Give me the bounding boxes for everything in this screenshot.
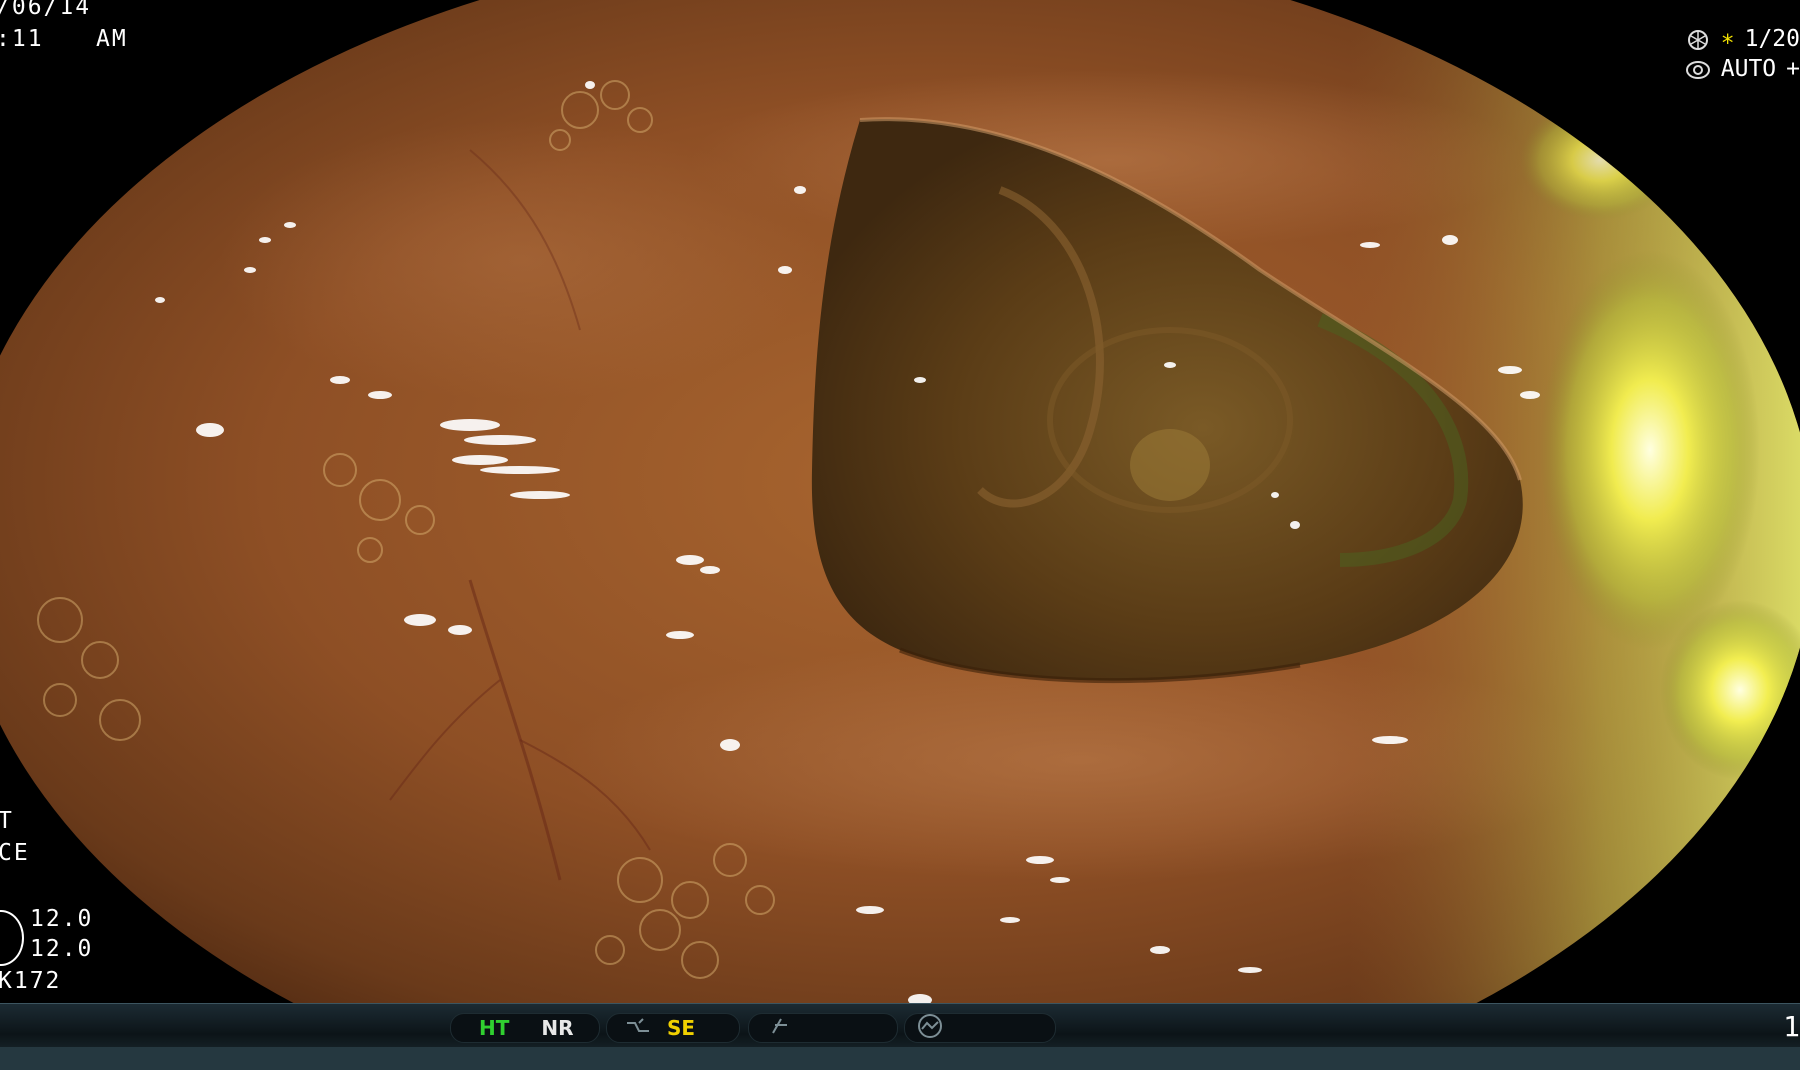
- left-value-2: 12.0: [30, 936, 94, 962]
- iris-mode-value: AUTO: [1720, 56, 1777, 82]
- exam-meridiem: AM: [96, 26, 128, 52]
- left-label-2: CE: [0, 840, 30, 866]
- gauge-icon: [913, 1013, 947, 1044]
- left-label-1: T: [0, 808, 14, 834]
- ht-nr-pill: HT NR: [450, 1013, 600, 1043]
- iris-mode-suffix: +: [1786, 56, 1800, 82]
- color-slash-icon: [767, 1016, 793, 1040]
- gauge-pill: [904, 1013, 1056, 1043]
- exam-date: /06/14: [0, 0, 92, 20]
- shutter-speed-readout: ∗ 1/20: [1685, 28, 1800, 51]
- ht-label: HT: [479, 1016, 510, 1040]
- iris-icon: [1685, 60, 1710, 79]
- endoscopy-screen: /06/14 :11 AM ∗ 1/20 AUTO + T CE 12.0 12…: [0, 0, 1800, 1070]
- shutter-value: 1/20: [1744, 26, 1800, 52]
- nr-label: NR: [541, 1016, 574, 1040]
- enhance-wave-icon: [625, 1016, 651, 1040]
- exam-time: :11: [0, 26, 44, 52]
- se-label: SE: [667, 1016, 696, 1040]
- scope-id: K172: [0, 968, 62, 994]
- color-pill: [748, 1013, 898, 1043]
- endoscopic-image: [0, 0, 1800, 1003]
- bar-trailing-number: 1: [1783, 1010, 1800, 1043]
- aperture-icon: [1687, 29, 1708, 50]
- left-value-1: 12.0: [30, 906, 94, 932]
- colon-lumen-view: [0, 0, 1800, 1003]
- enhance-pill: SE: [606, 1013, 740, 1043]
- shutter-star: ∗: [1720, 26, 1735, 52]
- light-glare: [1540, 250, 1760, 650]
- status-bar: HT NR SE 1: [0, 1003, 1800, 1070]
- iris-mode-readout: AUTO +: [1685, 58, 1800, 81]
